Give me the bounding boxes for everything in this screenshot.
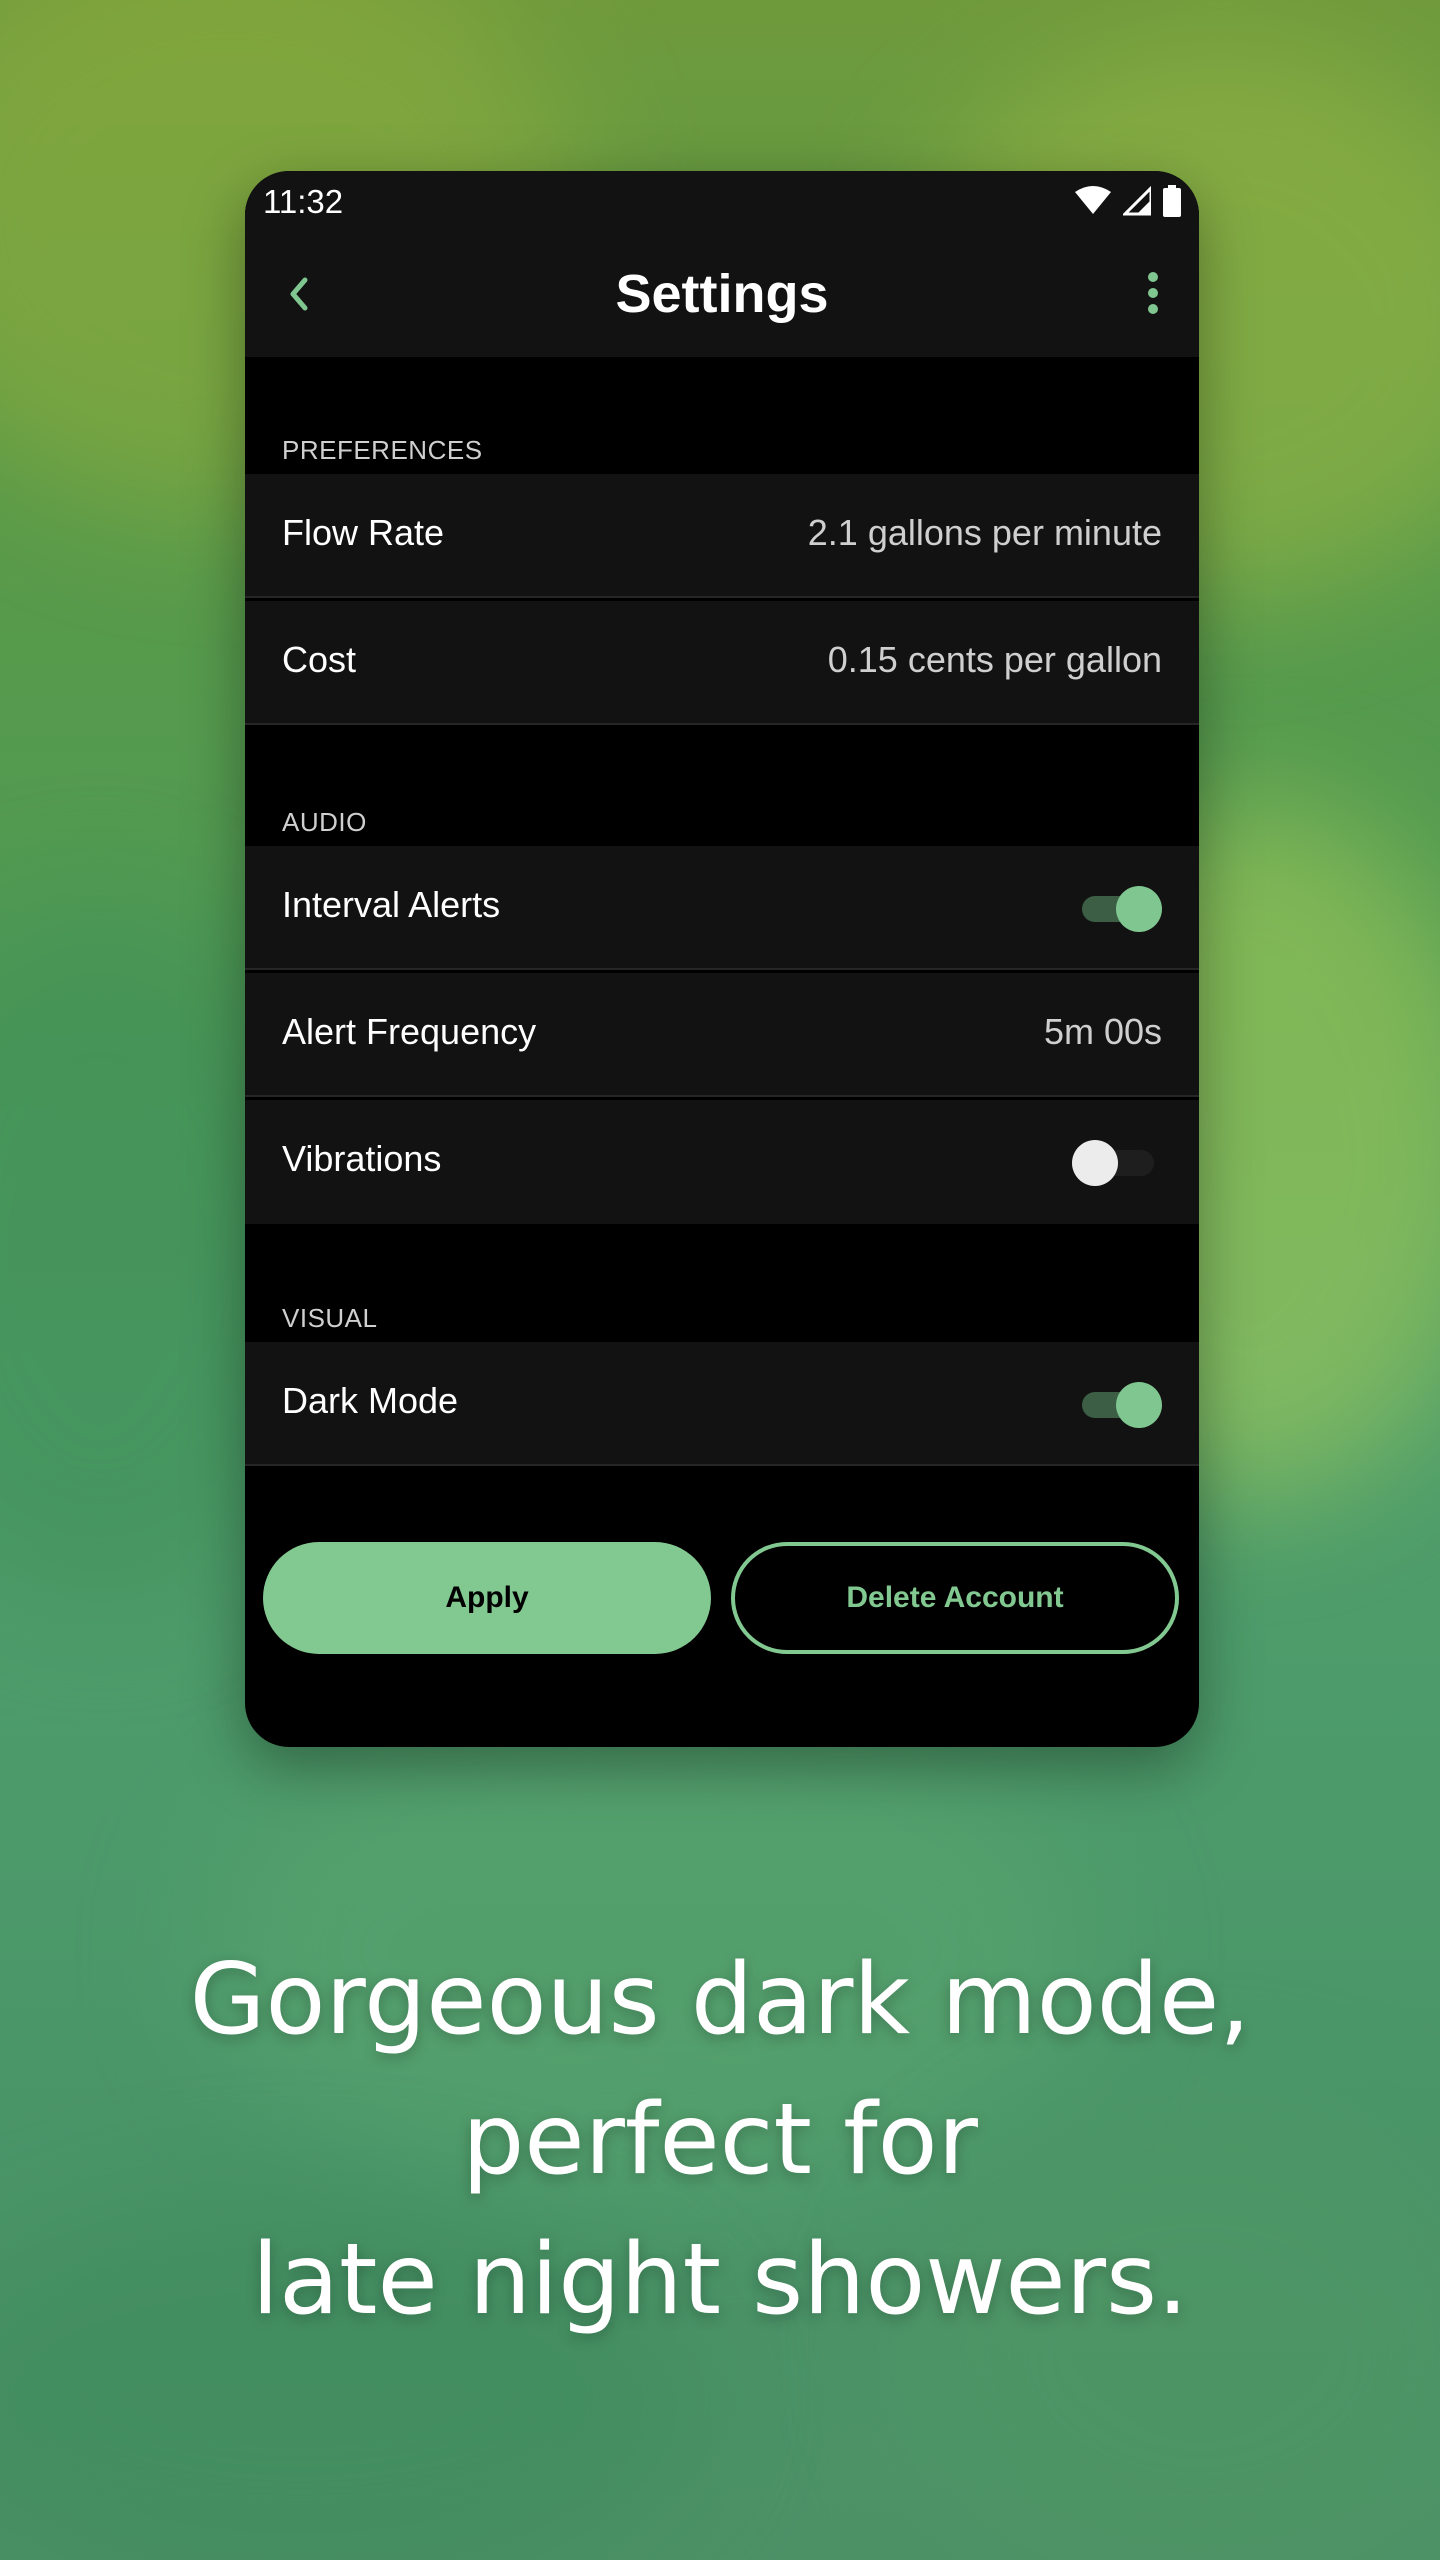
more-options-button[interactable] <box>1133 263 1173 323</box>
section-header-preferences: PREFERENCES <box>282 435 483 465</box>
more-vertical-icon-dot <box>1148 272 1158 282</box>
setting-value: 2.1 gallons per minute <box>807 512 1162 553</box>
more-vertical-icon-dot <box>1148 288 1158 298</box>
toggle-thumb <box>1116 886 1162 932</box>
setting-row-dark-mode[interactable]: Dark Mode <box>245 1342 1199 1466</box>
setting-label: Cost <box>282 639 357 680</box>
phone-screen: 11:32 Settings PREFERENCES Flow Rate 2.1… <box>245 171 1199 1747</box>
toggle-thumb <box>1072 1140 1118 1186</box>
section-header-audio: AUDIO <box>282 807 367 837</box>
wifi-icon <box>1075 186 1111 214</box>
status-bar: 11:32 <box>245 171 1199 233</box>
more-vertical-icon-dot <box>1148 304 1158 314</box>
tagline-line: perfect for <box>462 2083 978 2197</box>
promo-tagline: Gorgeous dark mode, perfect for late nig… <box>0 1930 1440 2350</box>
setting-row-flow-rate[interactable]: Flow Rate 2.1 gallons per minute <box>245 474 1199 598</box>
setting-label: Flow Rate <box>282 512 445 553</box>
setting-row-interval-alerts[interactable]: Interval Alerts <box>245 846 1199 970</box>
setting-row-alert-frequency[interactable]: Alert Frequency 5m 00s <box>245 973 1199 1097</box>
tagline-line: Gorgeous dark mode, <box>189 1943 1251 2057</box>
toggle-thumb <box>1116 1382 1162 1428</box>
interval-alerts-toggle[interactable] <box>1082 886 1162 932</box>
page-title: Settings <box>615 264 829 324</box>
section-header-visual: VISUAL <box>282 1303 378 1333</box>
setting-value: 0.15 cents per gallon <box>827 639 1162 680</box>
setting-label: Alert Frequency <box>282 1011 537 1052</box>
signal-icon <box>1123 186 1151 216</box>
apply-button[interactable]: Apply <box>263 1542 711 1654</box>
setting-label: Interval Alerts <box>282 884 501 925</box>
battery-icon <box>1163 185 1181 217</box>
vibrations-toggle[interactable] <box>1072 1140 1154 1186</box>
status-icons <box>1075 185 1181 217</box>
setting-label: Dark Mode <box>282 1380 459 1421</box>
setting-value: 5m 00s <box>1043 1011 1162 1052</box>
dark-mode-toggle[interactable] <box>1082 1382 1162 1428</box>
tagline-line: late night showers. <box>251 2223 1189 2337</box>
setting-row-vibrations[interactable]: Vibrations <box>245 1100 1199 1224</box>
setting-row-cost[interactable]: Cost 0.15 cents per gallon <box>245 601 1199 725</box>
setting-label: Vibrations <box>282 1138 442 1179</box>
app-bar: Settings <box>245 233 1199 357</box>
delete-account-button[interactable]: Delete Account <box>731 1542 1179 1654</box>
status-time: 11:32 <box>263 183 344 220</box>
